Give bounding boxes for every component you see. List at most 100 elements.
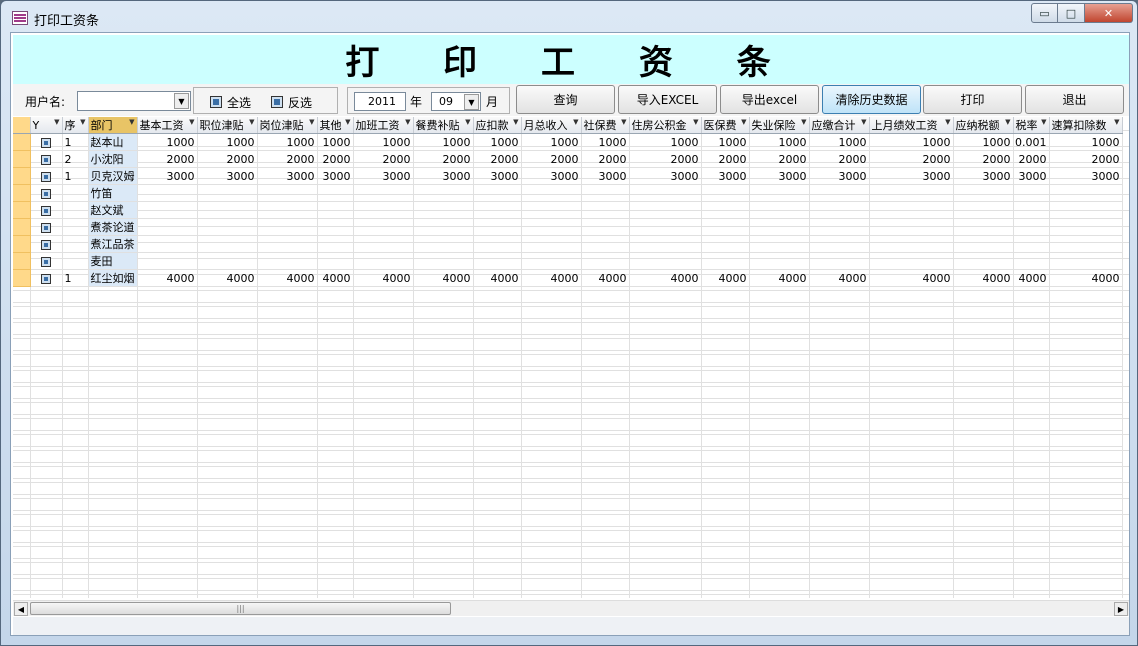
value-cell[interactable]: 1000 (257, 133, 318, 151)
value-cell[interactable]: 3000 (1049, 167, 1123, 185)
value-cell[interactable]: 3000 (137, 167, 198, 185)
table-row[interactable]: 煮茶论道 (13, 218, 1123, 236)
row-checkbox[interactable] (41, 222, 51, 233)
value-cell[interactable] (953, 252, 1014, 270)
value-cell[interactable]: 4000 (521, 269, 582, 287)
value-cell[interactable] (749, 218, 810, 236)
value-cell[interactable] (353, 252, 414, 270)
value-cell[interactable] (701, 218, 750, 236)
value-cell[interactable] (197, 235, 258, 253)
value-cell[interactable]: 3000 (521, 167, 582, 185)
value-cell[interactable] (257, 201, 318, 219)
value-cell[interactable] (413, 201, 474, 219)
column-header[interactable]: 月总收入 ▼ (521, 117, 582, 134)
value-cell[interactable]: 4000 (701, 269, 750, 287)
value-cell[interactable]: 3000 (581, 167, 630, 185)
value-cell[interactable] (749, 201, 810, 219)
value-cell[interactable]: 1000 (473, 133, 522, 151)
row-checkbox[interactable] (41, 273, 51, 284)
value-cell[interactable] (749, 252, 810, 270)
filter-dropdown-icon[interactable]: ▼ (945, 118, 950, 126)
value-cell[interactable]: 4000 (629, 269, 702, 287)
query-button[interactable]: 查询 (516, 85, 615, 114)
exit-button[interactable]: 退出 (1025, 85, 1124, 114)
value-cell[interactable]: 4000 (317, 269, 354, 287)
value-cell[interactable] (1013, 201, 1050, 219)
value-cell[interactable] (257, 184, 318, 202)
value-cell[interactable]: 4000 (581, 269, 630, 287)
value-cell[interactable] (809, 201, 870, 219)
row-checkbox[interactable] (41, 154, 51, 165)
value-cell[interactable] (581, 184, 630, 202)
column-header[interactable]: 上月绩效工资 ▼ (869, 117, 954, 134)
column-header[interactable]: 应缴合计 ▼ (809, 117, 870, 134)
value-cell[interactable] (413, 252, 474, 270)
value-cell[interactable] (581, 201, 630, 219)
column-header[interactable]: 部门 ▼ (88, 117, 138, 134)
row-index-cell[interactable]: 1 (62, 269, 89, 287)
invert-selection-label[interactable]: 反选 (288, 94, 312, 111)
filter-dropdown-icon[interactable]: ▼ (573, 118, 578, 126)
column-header[interactable]: 基本工资 ▼ (137, 117, 198, 134)
name-cell[interactable]: 煮茶论道 (88, 218, 138, 236)
value-cell[interactable]: 2000 (749, 150, 810, 168)
column-header[interactable]: 医保费 ▼ (701, 117, 750, 134)
row-checkbox-cell[interactable] (30, 133, 63, 151)
record-selector[interactable] (13, 218, 31, 236)
row-checkbox-cell[interactable] (30, 218, 63, 236)
filter-dropdown-icon[interactable]: ▼ (80, 118, 85, 126)
filter-dropdown-icon[interactable]: ▼ (621, 118, 626, 126)
import-excel-button[interactable]: 导入EXCEL (618, 85, 717, 114)
value-cell[interactable] (353, 235, 414, 253)
column-header[interactable]: 应扣款 ▼ (473, 117, 522, 134)
value-cell[interactable] (749, 184, 810, 202)
value-cell[interactable] (809, 252, 870, 270)
value-cell[interactable] (257, 218, 318, 236)
row-index-cell[interactable]: 1 (62, 167, 89, 185)
value-cell[interactable]: 4000 (749, 269, 810, 287)
column-header[interactable]: 其他 ▼ (317, 117, 354, 134)
column-header[interactable]: 税率 ▼ (1013, 117, 1050, 134)
table-row[interactable]: 1 贝克汉姆 3000 3000 3000 3000 3000 3000 3000 3000 300… (13, 167, 1123, 185)
value-cell[interactable] (413, 235, 474, 253)
record-selector[interactable] (13, 167, 31, 185)
value-cell[interactable] (953, 201, 1014, 219)
filter-dropdown-icon[interactable]: ▼ (1114, 118, 1119, 126)
name-cell[interactable]: 竹笛 (88, 184, 138, 202)
filter-dropdown-icon[interactable]: ▼ (129, 118, 134, 126)
value-cell[interactable] (353, 184, 414, 202)
minimize-button[interactable]: ▭ (1031, 3, 1058, 23)
value-cell[interactable] (1049, 218, 1123, 236)
value-cell[interactable]: 3000 (953, 167, 1014, 185)
value-cell[interactable]: 4000 (353, 269, 414, 287)
filter-dropdown-icon[interactable]: ▼ (405, 118, 410, 126)
value-cell[interactable]: 2000 (197, 150, 258, 168)
filter-dropdown-icon[interactable]: ▼ (345, 118, 350, 126)
value-cell[interactable]: 4000 (809, 269, 870, 287)
row-checkbox-cell[interactable] (30, 252, 63, 270)
value-cell[interactable] (701, 252, 750, 270)
value-cell[interactable] (869, 218, 954, 236)
row-checkbox[interactable] (41, 137, 51, 148)
value-cell[interactable]: 4000 (197, 269, 258, 287)
value-cell[interactable]: 1000 (749, 133, 810, 151)
value-cell[interactable] (413, 218, 474, 236)
row-checkbox[interactable] (41, 256, 51, 267)
value-cell[interactable] (1013, 218, 1050, 236)
value-cell[interactable] (317, 235, 354, 253)
chevron-down-icon[interactable]: ▼ (464, 94, 479, 110)
value-cell[interactable]: 3000 (473, 167, 522, 185)
value-cell[interactable]: 1000 (701, 133, 750, 151)
value-cell[interactable]: 1000 (869, 133, 954, 151)
table-row[interactable]: 煮江品茶 (13, 235, 1123, 253)
value-cell[interactable] (581, 218, 630, 236)
value-cell[interactable]: 4000 (953, 269, 1014, 287)
table-row[interactable]: 赵文斌 (13, 201, 1123, 219)
value-cell[interactable] (869, 184, 954, 202)
value-cell[interactable] (953, 235, 1014, 253)
value-cell[interactable]: 2000 (1013, 150, 1050, 168)
chevron-down-icon[interactable]: ▼ (174, 93, 189, 109)
value-cell[interactable] (353, 218, 414, 236)
value-cell[interactable] (629, 252, 702, 270)
value-cell[interactable] (137, 252, 198, 270)
